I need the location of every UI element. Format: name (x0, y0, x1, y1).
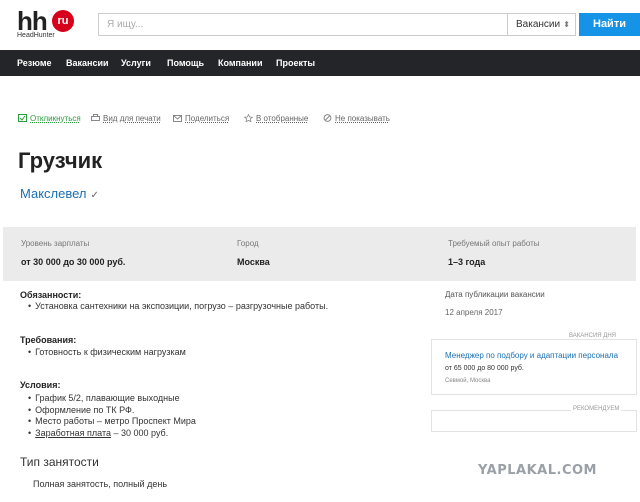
nav-item-projects[interactable]: Проекты (276, 50, 315, 76)
employment-value: Полная занятость, полный день (33, 479, 168, 489)
hide-icon (323, 114, 332, 122)
respond-label: Откликнуться (30, 114, 81, 123)
hide-link[interactable]: Не показывать (323, 114, 390, 123)
experience-value: 1–3 года (448, 257, 486, 267)
nav-item-help[interactable]: Помощь (167, 50, 204, 76)
search-type-select[interactable]: Вакансии ⬍ (507, 13, 576, 36)
conditions-item: График 5/2, плавающие выходные (28, 393, 179, 403)
star-icon (244, 114, 253, 122)
print-icon (91, 114, 100, 121)
company-name: Макслевел (20, 186, 87, 201)
salary-label: Уровень зарплаты (21, 239, 90, 248)
experience-label: Требуемый опыт работы (448, 239, 540, 248)
conditions-item: Оформление по ТК РФ. (28, 405, 134, 415)
nav-item-companies[interactable]: Компании (218, 50, 262, 76)
nav-item-resume[interactable]: Резюме (17, 50, 52, 76)
hide-label: Не показывать (335, 114, 390, 123)
headhunter-logo[interactable]: hh ru HeadHunter (17, 6, 87, 44)
respond-link[interactable]: Откликнуться (18, 114, 81, 123)
print-view-label: Вид для печати (103, 114, 161, 123)
vacancy-of-day-card[interactable]: Менеджер по подбору и адаптации персонал… (431, 339, 637, 395)
print-view-link[interactable]: Вид для печати (91, 114, 161, 123)
salary-link[interactable]: Заработная плата (35, 428, 111, 438)
logo-ru-badge: ru (52, 10, 74, 32)
salary-value: от 30 000 до 30 000 руб. (21, 257, 126, 267)
respond-icon (18, 114, 27, 122)
conditions-heading: Условия: (20, 380, 61, 390)
city-value: Москва (237, 257, 270, 267)
company-name-link[interactable]: Макслевел ✓ (20, 186, 99, 201)
verified-check-icon: ✓ (90, 190, 99, 201)
favorite-link[interactable]: В отобранные (244, 114, 308, 123)
share-label: Поделиться (185, 114, 230, 123)
logo-subtitle: HeadHunter (17, 32, 55, 39)
recommended-tag: РЕКОМЕНДУЕМ (571, 406, 622, 412)
conditions-item-salary: Заработная плата – 30 000 руб. (28, 428, 168, 438)
share-link[interactable]: Поделиться (173, 114, 229, 123)
publication-date: 12 апреля 2017 (445, 308, 503, 317)
vacancy-of-day-location: Севмой, Москва (445, 378, 491, 384)
salary-tail: – 30 000 руб. (111, 428, 169, 438)
favorite-label: В отобранные (256, 114, 309, 123)
duties-heading: Обязанности: (20, 290, 82, 300)
vacancy-of-day-title[interactable]: Менеджер по подбору и адаптации персонал… (445, 351, 618, 360)
nav-item-services[interactable]: Услуги (121, 50, 151, 76)
search-input[interactable]: Я ищу... (98, 13, 508, 36)
requirements-item: Готовность к физическим нагрузкам (28, 347, 186, 357)
recommended-box (431, 410, 637, 432)
employment-heading: Тип занятости (20, 455, 99, 469)
vacancy-title: Грузчик (18, 148, 103, 173)
requirements-heading: Требования: (20, 335, 77, 345)
vacancy-of-day-salary: от 65 000 до 80 000 руб. (445, 365, 524, 372)
search-type-value: Вакансии (516, 19, 561, 30)
vacancy-of-day-tag: ВАКАНСИЯ ДНЯ (567, 333, 619, 339)
watermark: YAPLAKAL.COM (478, 463, 597, 478)
share-icon (173, 115, 182, 122)
duties-item: Установка сантехники на экспозиции, погр… (28, 301, 328, 311)
publication-label: Дата публикации вакансии (445, 290, 545, 299)
conditions-item: Место работы – метро Проспект Мира (28, 416, 196, 426)
nav-item-vacancies[interactable]: Вакансии (66, 50, 109, 76)
search-button[interactable]: Найти (579, 13, 640, 36)
main-nav: Резюме Вакансии Услуги Помощь Компании П… (0, 50, 640, 76)
vacancy-info-band: Уровень зарплаты от 30 000 до 30 000 руб… (3, 227, 636, 281)
select-arrows-icon: ⬍ (563, 20, 570, 29)
city-label: Город (237, 239, 259, 248)
header: hh ru HeadHunter Я ищу... Вакансии ⬍ Най… (0, 0, 640, 50)
